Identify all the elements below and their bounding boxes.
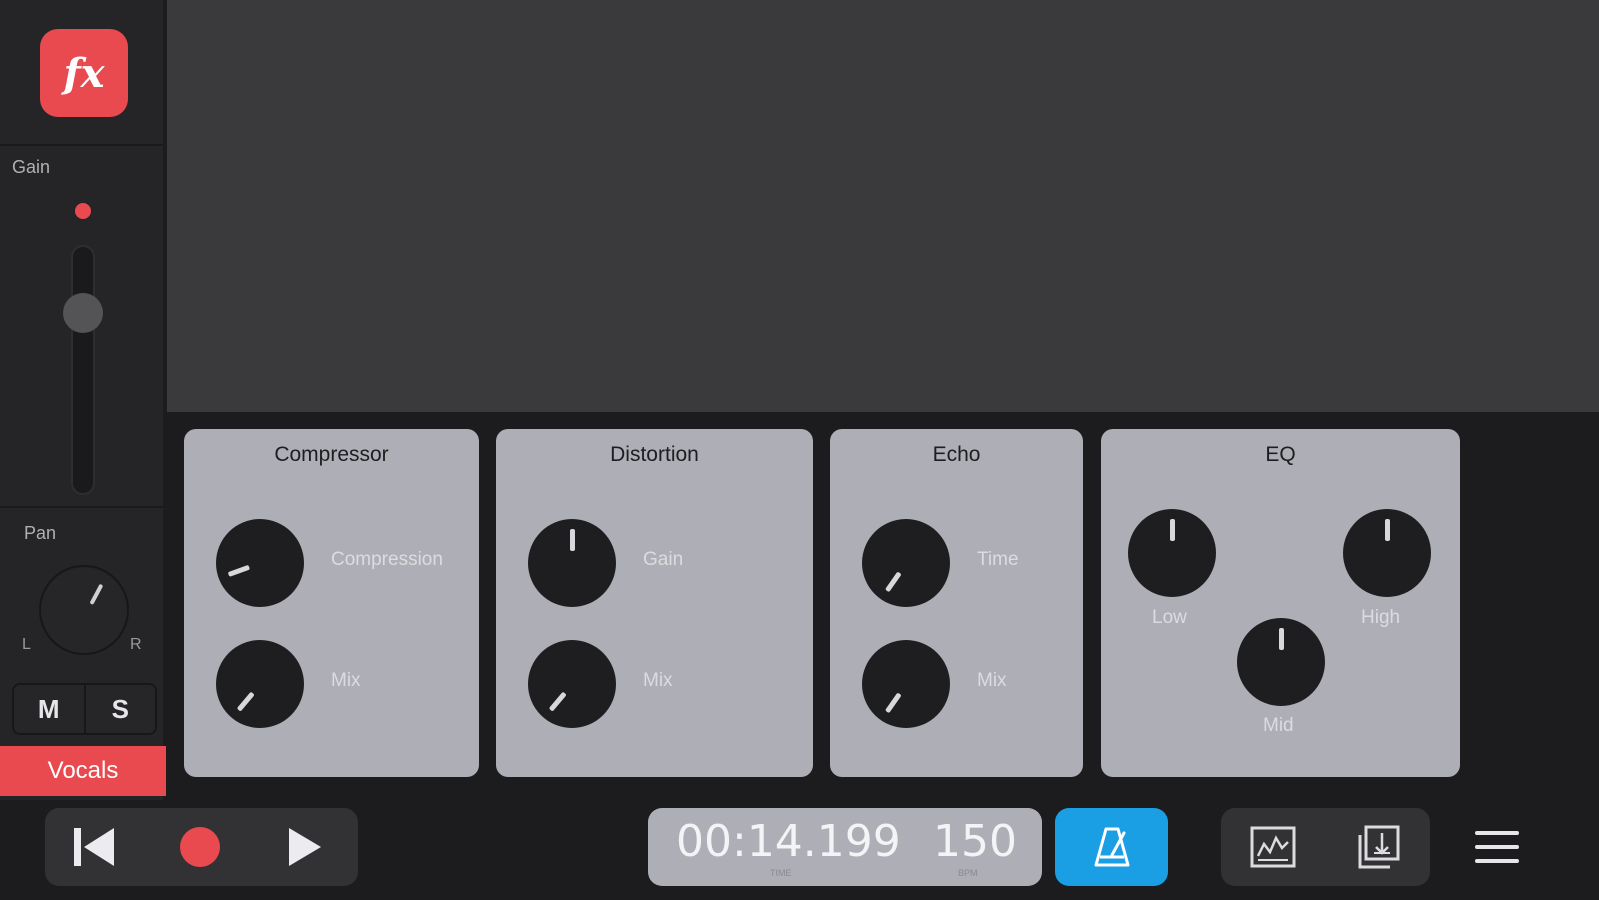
eq-title: EQ: [1265, 443, 1296, 466]
track-name-label[interactable]: Vocals: [0, 746, 166, 796]
eq-low-label: Low: [1152, 607, 1187, 628]
bpm-readout[interactable]: 150: [933, 816, 1017, 867]
pan-label: Pan: [24, 523, 57, 543]
channel-strip: fx Gain Pan L R M S: [0, 0, 163, 800]
distortion-gain-knob-pointer: [570, 529, 575, 551]
eq-high-knob-pointer: [1385, 519, 1390, 541]
mute-button[interactable]: M: [14, 685, 84, 733]
distortion-mix-label: Mix: [643, 670, 673, 691]
gain-fader-handle[interactable]: [63, 293, 103, 333]
distortion-title: Distortion: [610, 443, 699, 466]
eq-panel: EQ Low High Mid: [1101, 429, 1460, 777]
echo-mix-label: Mix: [977, 670, 1007, 691]
compressor-panel: Compressor Compression Mix: [184, 429, 479, 777]
eq-low-knob-pointer: [1170, 519, 1175, 541]
gain-fader-track[interactable]: [71, 245, 95, 495]
echo-mix-knob[interactable]: [862, 640, 950, 728]
record-button[interactable]: [150, 808, 250, 886]
time-bpm-display: 00:14.199 TIME 150 BPM: [648, 808, 1042, 886]
pan-left-label: L: [22, 636, 31, 653]
mixer-view-button[interactable]: [1221, 808, 1325, 886]
solo-button[interactable]: S: [83, 685, 155, 733]
compression-label: Compression: [331, 549, 443, 570]
mixer-view-icon: [1250, 826, 1296, 868]
transport-controls: [45, 808, 358, 886]
echo-title: Echo: [932, 443, 981, 466]
hamburger-menu-icon: [1475, 831, 1519, 835]
pan-knob[interactable]: [39, 565, 129, 655]
bpm-caption: BPM: [958, 868, 978, 878]
main-menu-button[interactable]: [1472, 826, 1522, 868]
distortion-mix-knob-pointer: [548, 691, 567, 712]
eq-mid-knob[interactable]: [1237, 618, 1325, 706]
mute-solo-group: M S: [12, 683, 157, 735]
echo-mix-knob-pointer: [884, 692, 902, 714]
skip-to-start-icon: [74, 828, 114, 866]
fx-section: fx: [0, 0, 163, 146]
eq-low-knob[interactable]: [1128, 509, 1216, 597]
time-caption: TIME: [770, 868, 792, 878]
metronome-icon: [1094, 827, 1129, 867]
compressor-mix-label: Mix: [331, 670, 361, 691]
gain-label: Gain: [12, 157, 51, 177]
hamburger-menu-icon-bar: [1475, 859, 1519, 863]
export-icon: [1358, 825, 1400, 869]
compression-knob[interactable]: [216, 519, 304, 607]
gain-indicator-dot: [75, 203, 91, 219]
echo-time-knob[interactable]: [862, 519, 950, 607]
distortion-gain-label: Gain: [643, 549, 684, 570]
fx-button[interactable]: fx: [40, 29, 128, 117]
metronome-button[interactable]: [1055, 808, 1168, 886]
play-button[interactable]: [255, 808, 355, 886]
export-button[interactable]: [1326, 808, 1430, 886]
pan-right-label: R: [130, 636, 142, 653]
record-icon: [180, 827, 220, 867]
compressor-mix-knob-pointer: [236, 691, 255, 712]
hamburger-menu-icon-bar: [1475, 845, 1519, 849]
strip-divider: [0, 506, 163, 508]
pan-knob-pointer: [89, 583, 104, 605]
app-window: fx Gain Pan L R M S Vocals Compressor Co…: [0, 0, 1599, 900]
echo-time-knob-pointer: [884, 571, 902, 593]
compression-knob-pointer: [227, 564, 251, 577]
distortion-panel: Distortion Gain Mix: [496, 429, 813, 777]
track-timeline-area[interactable]: [167, 0, 1599, 412]
compressor-mix-knob[interactable]: [216, 640, 304, 728]
eq-high-label: High: [1361, 607, 1401, 628]
eq-high-knob[interactable]: [1343, 509, 1431, 597]
skip-to-start-button[interactable]: [45, 808, 145, 886]
distortion-mix-knob[interactable]: [528, 640, 616, 728]
view-tools-group: [1221, 808, 1430, 886]
play-icon: [289, 828, 321, 866]
echo-panel: Echo Time Mix: [830, 429, 1083, 777]
eq-mid-knob-pointer: [1279, 628, 1284, 650]
time-readout: 00:14.199: [676, 816, 901, 867]
distortion-gain-knob[interactable]: [528, 519, 616, 607]
eq-mid-label: Mid: [1263, 715, 1294, 736]
echo-time-label: Time: [977, 549, 1019, 570]
compressor-title: Compressor: [274, 443, 389, 466]
